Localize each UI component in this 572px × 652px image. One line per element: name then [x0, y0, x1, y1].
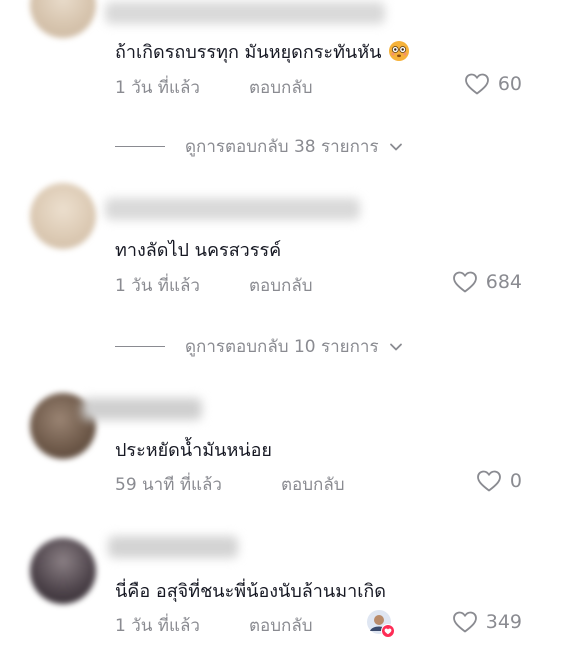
timestamp: 1 วัน ที่แล้ว — [115, 616, 200, 636]
view-replies-button[interactable]: ดูการตอบกลับ 10 รายการ — [115, 333, 403, 360]
like-button[interactable]: 0 — [476, 469, 522, 493]
comment-meta: 1 วัน ที่แล้ว ตอบกลับ — [115, 272, 313, 299]
heart-icon — [464, 72, 490, 96]
like-button[interactable]: 349 — [452, 610, 522, 634]
reply-button[interactable]: ตอบกลับ — [249, 612, 313, 639]
comment-text: ประหยัดน้ำมันหน่อย — [115, 435, 272, 464]
comment-body: ประหยัดน้ำมันหน่อย — [115, 440, 272, 461]
username-blurred[interactable] — [105, 2, 385, 24]
view-replies-label: ดูการตอบกลับ 38 รายการ — [185, 137, 379, 157]
flushed-face-icon — [389, 41, 410, 61]
like-count: 60 — [497, 73, 522, 95]
like-count: 684 — [485, 271, 522, 293]
like-button[interactable]: 60 — [464, 72, 522, 96]
avatar[interactable] — [30, 538, 96, 604]
like-button[interactable]: 684 — [452, 270, 522, 294]
comment-text: ทางลัดไป นครสวรรค์ — [115, 235, 281, 264]
reply-button[interactable]: ตอบกลับ — [249, 272, 313, 299]
timestamp: 1 วัน ที่แล้ว — [115, 78, 200, 98]
heart-icon — [452, 270, 478, 294]
comment-text: นี่คือ อสุจิที่ชนะพี่น้องนับล้านมาเกิด — [115, 576, 386, 605]
divider-line — [115, 146, 165, 147]
like-count: 0 — [509, 470, 522, 492]
comment-body: ทางลัดไป นครสวรรค์ — [115, 240, 282, 261]
divider-line — [115, 346, 165, 347]
like-count: 349 — [485, 611, 522, 633]
username-blurred[interactable] — [105, 198, 360, 220]
comment-text: ถ้าเกิดรถบรรทุก มันหยุดกระทันหัน — [115, 37, 410, 66]
avatar[interactable] — [30, 183, 96, 249]
comment-meta: 59 นาที ที่แล้ว ตอบกลับ — [115, 471, 345, 498]
timestamp: 59 นาที ที่แล้ว — [115, 475, 222, 495]
chevron-down-icon — [389, 142, 403, 152]
view-replies-button[interactable]: ดูการตอบกลับ 38 รายการ — [115, 133, 403, 160]
creator-liked-avatar-icon — [366, 609, 396, 639]
username-blurred[interactable] — [108, 536, 238, 558]
reply-button[interactable]: ตอบกลับ — [281, 471, 345, 498]
timestamp: 1 วัน ที่แล้ว — [115, 276, 200, 296]
comments-panel: ถ้าเกิดรถบรรทุก มันหยุดกระทันหัน 1 วัน ท… — [0, 0, 572, 652]
reply-button[interactable]: ตอบกลับ — [249, 74, 313, 101]
heart-icon — [452, 610, 478, 634]
username-blurred[interactable] — [82, 398, 202, 420]
heart-icon — [476, 469, 502, 493]
view-replies-label: ดูการตอบกลับ 10 รายการ — [185, 337, 379, 357]
comment-meta: 1 วัน ที่แล้ว ตอบกลับ — [115, 74, 313, 101]
comment-meta: 1 วัน ที่แล้ว ตอบกลับ — [115, 612, 313, 639]
comment-body: ถ้าเกิดรถบรรทุก มันหยุดกระทันหัน — [115, 42, 382, 63]
avatar[interactable] — [30, 0, 96, 38]
comment-body: นี่คือ อสุจิที่ชนะพี่น้องนับล้านมาเกิด — [115, 581, 386, 602]
chevron-down-icon — [389, 342, 403, 352]
